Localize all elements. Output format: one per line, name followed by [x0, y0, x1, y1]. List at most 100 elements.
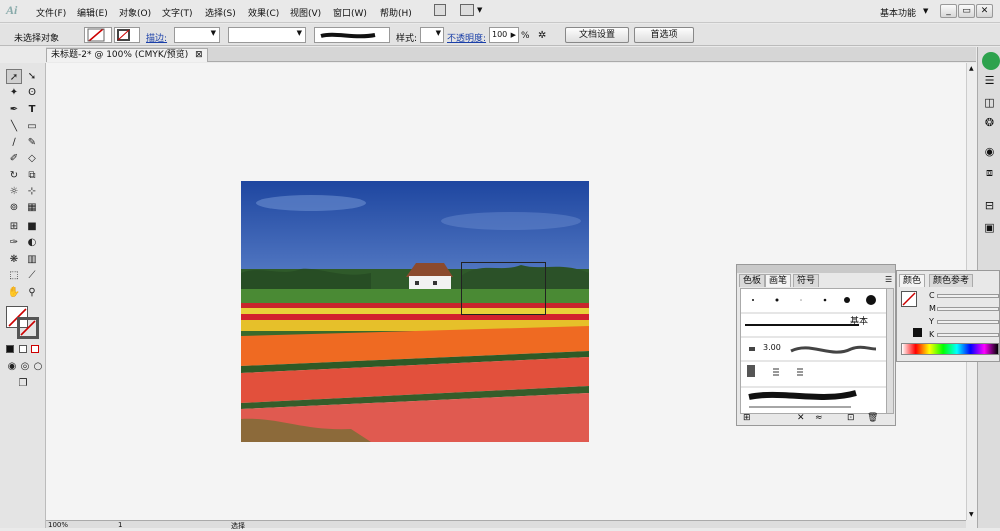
zoom-tool-icon[interactable]: ⚲ [24, 285, 40, 300]
delete-brush-icon[interactable]: 🗑 [867, 413, 878, 423]
tab-color[interactable]: 颜色 [899, 274, 926, 287]
none-color-icon[interactable] [31, 345, 39, 353]
direct-selection-tool-icon[interactable]: ➘ [24, 69, 40, 84]
selection-status: 未选择对象 [14, 34, 60, 44]
graphic-style-picker[interactable]: ▼ [420, 27, 444, 43]
opacity-input[interactable]: 100 ▶ [489, 27, 519, 43]
screen-mode-icon[interactable]: ❐ [14, 376, 32, 391]
recolor-icon[interactable]: ✲ [538, 30, 546, 41]
brush-definition-field[interactable] [314, 27, 390, 43]
menu-effect[interactable]: 效果(C) [248, 6, 279, 19]
menu-object[interactable]: 对象(O) [119, 6, 151, 19]
tab-brushes[interactable]: 画笔 [765, 274, 792, 287]
menu-type[interactable]: 文字(T) [162, 6, 193, 19]
fill-stroke-proxy-icon[interactable] [901, 291, 917, 307]
eyedropper-tool-icon[interactable]: ✑ [6, 235, 22, 250]
symbol-sprayer-tool-icon[interactable]: ❋ [6, 252, 22, 267]
chevron-down-icon[interactable]: ▼ [477, 6, 482, 14]
variable-width-field[interactable]: ▼ [228, 27, 306, 43]
blob-brush-tool-icon[interactable]: ✐ [6, 151, 22, 166]
channel-k-slider[interactable] [937, 333, 999, 337]
chevron-down-icon[interactable]: ▼ [923, 7, 928, 15]
brush-libraries-icon[interactable]: ⊞ [743, 413, 751, 423]
lasso-tool-icon[interactable]: ʘ [24, 85, 40, 100]
artboards-icon[interactable]: ▣ [982, 220, 997, 235]
tab-swatches[interactable]: 色板 [739, 274, 766, 287]
type-tool-icon[interactable]: T [24, 102, 40, 117]
menu-select[interactable]: 选择(S) [205, 6, 236, 19]
status-indicator-icon[interactable] [982, 52, 1000, 70]
close-tab-icon[interactable]: ⊠ [195, 50, 203, 60]
preferences-button[interactable]: 首选项 [634, 27, 694, 43]
menu-file[interactable]: 文件(F) [36, 6, 66, 19]
graphic-styles-icon[interactable]: ⧈ [982, 165, 997, 180]
tab-symbols[interactable]: 符号 [793, 274, 820, 287]
close-button[interactable]: ✕ [976, 4, 993, 18]
brush-list-scrollbar[interactable] [886, 288, 894, 414]
panel-drag-bar[interactable] [737, 265, 895, 273]
menu-view[interactable]: 视图(V) [290, 6, 321, 19]
warp-tool-icon[interactable]: ☼ [6, 184, 22, 199]
options-selected-object-icon[interactable]: ≈ [815, 413, 823, 423]
symbols-icon[interactable]: ❂ [982, 115, 997, 130]
mesh-tool-icon[interactable]: ⊞ [6, 219, 22, 234]
panel-menu-icon[interactable]: ☰ [982, 73, 997, 88]
appearance-icon[interactable]: ◉ [982, 144, 997, 159]
panel-menu-icon[interactable]: ☰ [885, 275, 892, 284]
status-mode[interactable]: 选择 [231, 521, 245, 531]
menu-edit[interactable]: 编辑(E) [77, 6, 108, 19]
scroll-down-icon[interactable]: ▼ [969, 511, 974, 518]
black-swatch[interactable] [913, 328, 922, 337]
blend-tool-icon[interactable]: ◐ [24, 235, 40, 250]
slice-tool-icon[interactable]: ⟋ [24, 268, 40, 283]
free-transform-tool-icon[interactable]: ⊹ [24, 184, 40, 199]
magic-wand-tool-icon[interactable]: ✦ [6, 85, 22, 100]
rectangle-tool-icon[interactable]: ▭ [24, 119, 40, 134]
hand-tool-icon[interactable]: ✋ [6, 285, 22, 300]
menu-window[interactable]: 窗口(W) [333, 6, 367, 19]
draw-inside-icon[interactable]: ○ [30, 359, 46, 374]
channel-m-slider[interactable] [937, 307, 999, 311]
line-tool-icon[interactable]: ╲ [6, 119, 22, 134]
stroke-label[interactable]: 描边: [146, 31, 167, 44]
layers-icon[interactable]: ⊟ [982, 198, 997, 213]
restore-button[interactable]: ▭ [958, 4, 975, 18]
arrange-documents-icon[interactable] [460, 4, 474, 16]
perspective-grid-tool-icon[interactable]: ▦ [24, 200, 40, 215]
channel-c-slider[interactable] [937, 294, 999, 298]
stroke-color-icon[interactable] [17, 317, 39, 339]
rotate-tool-icon[interactable]: ↻ [6, 168, 22, 183]
bridge-icon[interactable] [434, 4, 446, 16]
remove-brush-stroke-icon[interactable]: ✕ [797, 413, 805, 423]
color-guide-icon[interactable]: ◫ [982, 95, 997, 110]
menu-help[interactable]: 帮助(H) [380, 6, 412, 19]
default-colors-icon[interactable] [6, 345, 14, 353]
tab-color-guide[interactable]: 颜色参考 [929, 274, 974, 287]
document-setup-button[interactable]: 文档设置 [565, 27, 629, 43]
pencil-tool-icon[interactable]: ✎ [24, 135, 40, 150]
eraser-tool-icon[interactable]: ◇ [24, 151, 40, 166]
column-graph-tool-icon[interactable]: ▥ [24, 252, 40, 267]
channel-m-label: M [929, 304, 936, 313]
stroke-swatch[interactable] [114, 27, 140, 43]
gradient-tool-icon[interactable]: ■ [24, 219, 40, 234]
workspace-switcher[interactable]: 基本功能 [880, 6, 916, 19]
minimize-button[interactable]: _ [940, 4, 957, 18]
channel-y-slider[interactable] [937, 320, 999, 324]
pen-tool-icon[interactable]: ✒ [6, 102, 22, 117]
stroke-weight-field[interactable]: ▼ [174, 27, 220, 43]
new-brush-icon[interactable]: ⊡ [847, 413, 855, 423]
channel-c-label: C [929, 291, 935, 300]
artboard-tool-icon[interactable]: ⬚ [6, 268, 22, 283]
shape-builder-tool-icon[interactable]: ⊚ [6, 200, 22, 215]
document-tab[interactable]: 未标题-2* @ 100% (CMYK/预览) ⊠ [46, 48, 208, 62]
paintbrush-tool-icon[interactable]: ∕ [6, 135, 22, 150]
scale-tool-icon[interactable]: ⧉ [24, 168, 40, 183]
fill-swatch[interactable] [84, 27, 112, 43]
opacity-label[interactable]: 不透明度: [447, 31, 486, 44]
color-spectrum-bar[interactable] [901, 343, 999, 355]
brush-weight-label: 3.00 [763, 343, 781, 352]
color-mode-icon[interactable] [19, 345, 27, 353]
scroll-up-icon[interactable]: ▲ [969, 65, 974, 72]
selection-tool-icon[interactable]: ➚ [6, 69, 22, 84]
